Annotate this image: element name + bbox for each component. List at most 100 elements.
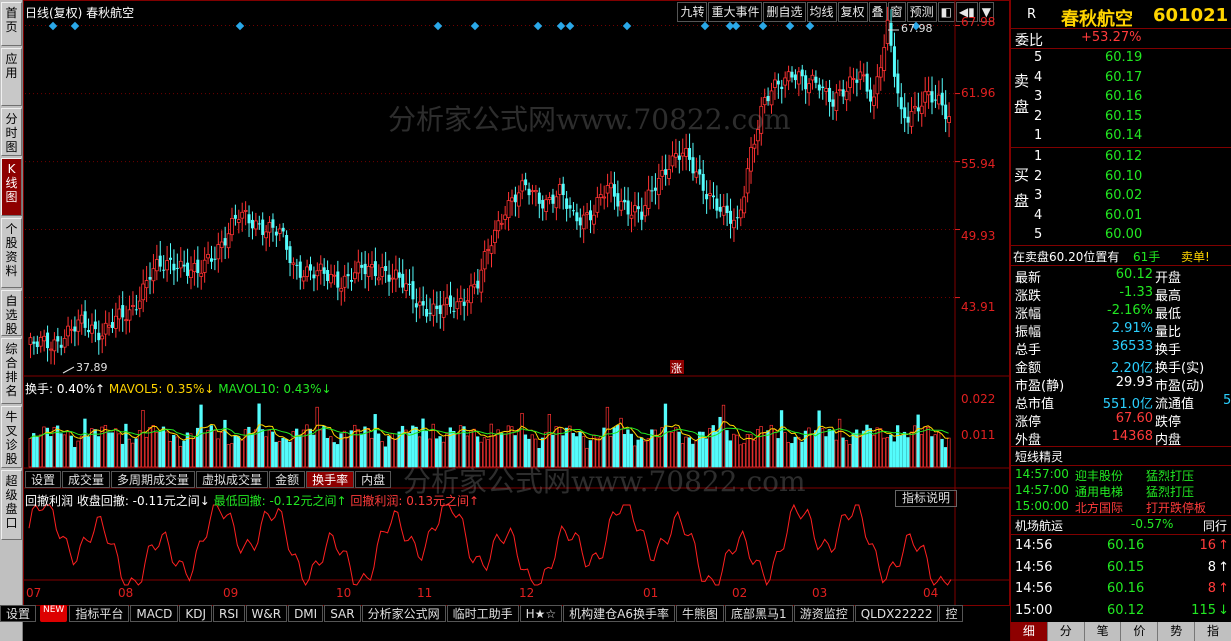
- buy-level-0[interactable]: 1 60.12: [1011, 148, 1231, 167]
- elf-time: 14:57:00: [1015, 483, 1069, 497]
- sell-level-4[interactable]: 1 60.14: [1011, 127, 1231, 146]
- left-tab-3[interactable]: K线图: [1, 158, 22, 216]
- bottom-tab-6[interactable]: W&R: [245, 605, 288, 622]
- volume-bar: [827, 429, 832, 468]
- indicator-tab-2[interactable]: 多周期成交量: [111, 471, 196, 488]
- bottom-tab-2[interactable]: 指标平台: [69, 605, 130, 622]
- sell-level-num: 5: [1034, 50, 1043, 65]
- sell-level-2[interactable]: 3 60.16: [1011, 88, 1231, 107]
- bottom-tab-16[interactable]: QLDX22222: [854, 605, 939, 622]
- indicator-tab-6[interactable]: 内盘: [355, 471, 392, 488]
- event-diamond-icon[interactable]: [785, 21, 795, 31]
- candle-body: [899, 97, 903, 110]
- candle-body: [206, 253, 210, 259]
- candle-body: [752, 143, 757, 149]
- candle-body: [267, 222, 272, 233]
- left-tab-5[interactable]: 自选股: [1, 290, 22, 336]
- right-tab-0[interactable]: 细: [1011, 622, 1048, 641]
- volume-bar: [691, 443, 695, 468]
- right-tab-1[interactable]: 分: [1047, 622, 1085, 641]
- buy-level-4[interactable]: 5 60.00: [1011, 226, 1231, 245]
- event-diamond-icon[interactable]: [622, 21, 632, 31]
- left-tab-1[interactable]: 应用: [1, 48, 22, 106]
- volume-bar: [704, 438, 709, 468]
- left-tab-6[interactable]: 综合排名: [1, 338, 22, 404]
- left-tab-0[interactable]: 首页: [1, 2, 22, 46]
- sell-level-0[interactable]: 5 60.19: [1011, 49, 1231, 68]
- buy-level-1[interactable]: 2 60.10: [1011, 168, 1231, 187]
- left-tab-strip: 首页 应用 分时图 K线图 个股资料 自选股 综合排名 牛叉诊股 超级盘口: [0, 0, 23, 641]
- bottom-tab-4[interactable]: KDJ: [179, 605, 212, 622]
- event-diamond-icon[interactable]: [235, 21, 245, 31]
- bottom-tab-11[interactable]: H★☆: [519, 605, 563, 622]
- bottom-tab-12[interactable]: 机构建仓A6换手率: [563, 605, 676, 622]
- bottom-tab-7[interactable]: DMI: [288, 605, 324, 622]
- event-diamond-icon[interactable]: [70, 21, 80, 31]
- candle-body: [73, 326, 77, 332]
- volume-bar: [773, 428, 777, 468]
- event-diamond-icon[interactable]: [533, 21, 543, 31]
- volume-bar: [916, 414, 920, 468]
- volume-bar: [885, 436, 890, 468]
- event-diamond-icon[interactable]: [758, 21, 768, 31]
- volume-bar: [636, 439, 640, 468]
- candle-body: [926, 90, 931, 96]
- left-tab-7[interactable]: 牛叉诊股: [1, 406, 22, 468]
- volume-bar: [62, 434, 67, 468]
- price-label-1: 61.96: [961, 86, 996, 100]
- left-tab-2[interactable]: 分时图: [1, 108, 22, 156]
- bottom-tab-9[interactable]: 分析家公式网: [361, 605, 446, 622]
- volume-bar: [564, 427, 569, 468]
- indicator-tab-4[interactable]: 金额: [269, 471, 306, 488]
- buy-level-3[interactable]: 4 60.01: [1011, 207, 1231, 226]
- indicator-tab-1[interactable]: 成交量: [62, 471, 111, 488]
- volume-bar: [851, 432, 855, 468]
- volume-bar: [745, 434, 750, 468]
- indicator-tab-5[interactable]: 换手率: [306, 471, 355, 488]
- volume-bar: [902, 431, 907, 468]
- event-diamond-icon[interactable]: [565, 21, 575, 31]
- event-diamond-icon[interactable]: [700, 21, 710, 31]
- bottom-tab-17[interactable]: 控: [939, 605, 964, 622]
- peer-button[interactable]: 同行: [1203, 517, 1227, 534]
- event-diamond-icon[interactable]: [48, 21, 58, 31]
- bottom-tab-0[interactable]: 设置: [0, 605, 37, 622]
- candle-body: [711, 195, 715, 198]
- event-diamond-icon[interactable]: [731, 21, 741, 31]
- bottom-tab-13[interactable]: 牛熊图: [676, 605, 725, 622]
- right-tab-4[interactable]: 势: [1158, 622, 1196, 641]
- sell-level-price: 60.14: [1105, 128, 1143, 144]
- event-diamond-icon[interactable]: [433, 21, 443, 31]
- event-diamond-icon[interactable]: [470, 21, 480, 31]
- bottom-tab-3[interactable]: MACD: [130, 605, 179, 622]
- chart-area[interactable]: 日线(复权) 春秋航空 九转 重大事件 删自选 均线 复权叠窗预测 ◧ ◀▮ ▼ 67.98 3…: [23, 0, 1010, 606]
- indicator-help-button[interactable]: 指标说明: [895, 490, 958, 507]
- right-tab-5[interactable]: 指: [1195, 622, 1231, 641]
- right-tab-3[interactable]: 价: [1121, 622, 1159, 641]
- right-tab-2[interactable]: 笔: [1084, 622, 1122, 641]
- candle-body: [656, 177, 661, 196]
- left-tab-4[interactable]: 个股资料: [1, 218, 22, 288]
- kline-chart[interactable]: 67.98 37.89 涨: [23, 0, 1010, 606]
- bottom-tab-8[interactable]: SAR: [324, 605, 361, 622]
- sell-level-1[interactable]: 4 60.17: [1011, 69, 1231, 88]
- candle-body: [100, 335, 105, 340]
- candle-body: [755, 129, 760, 142]
- indicator-tab-0[interactable]: 设置: [25, 471, 62, 488]
- tick-row-0: 14:56 60.16 16 ↑: [1011, 537, 1231, 556]
- bottom-tab-5[interactable]: RSI: [213, 605, 245, 622]
- volume-bar: [554, 426, 558, 468]
- event-diamond-icon[interactable]: [556, 21, 566, 31]
- bottom-tab-14[interactable]: 底部黑马1: [725, 605, 793, 622]
- candle-body: [87, 329, 91, 333]
- buy-level-2[interactable]: 3 60.02: [1011, 187, 1231, 206]
- left-tab-8[interactable]: 超级盘口: [1, 470, 22, 540]
- volume-bar: [475, 436, 480, 468]
- candle-body: [612, 184, 616, 197]
- bottom-tab-10[interactable]: 临时工助手: [446, 605, 519, 622]
- bottom-tab-15[interactable]: 游资监控: [793, 605, 854, 622]
- sell-level-3[interactable]: 2 60.15: [1011, 108, 1231, 127]
- event-diamond-icon[interactable]: [805, 21, 815, 31]
- indicator-tab-3[interactable]: 虚拟成交量: [196, 471, 269, 488]
- volume-bar: [749, 434, 753, 468]
